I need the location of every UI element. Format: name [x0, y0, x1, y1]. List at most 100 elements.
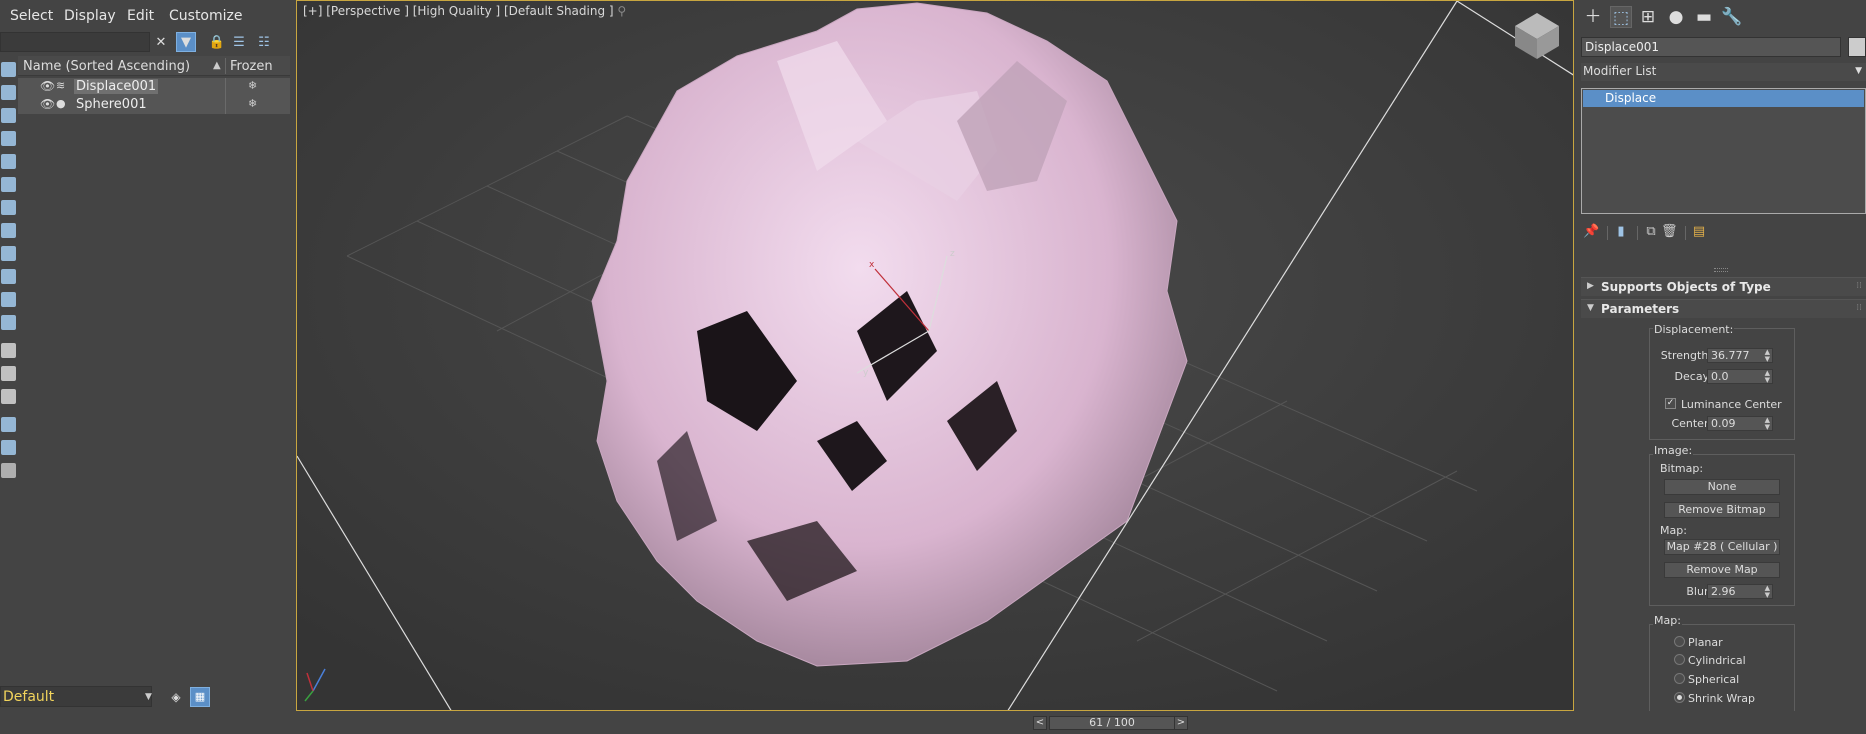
layer-dropdown[interactable]: Default — [0, 686, 152, 707]
scene-explorer: Select Display Edit Customize ✕ ▼ 🔒 ☰ ☷ … — [0, 0, 295, 734]
create-tab-icon[interactable]: ＋ — [1582, 6, 1604, 28]
freeze-snowflake-icon[interactable]: ❄ — [248, 97, 257, 110]
spacewarps-filter-icon[interactable] — [1, 177, 16, 192]
show-end-result-icon[interactable]: ▮ — [1613, 224, 1629, 242]
hierarchy-icon[interactable]: ☰ — [229, 33, 249, 53]
bones-filter-icon[interactable] — [1, 246, 16, 261]
previous-frame-button[interactable]: < — [1033, 716, 1047, 730]
display-none-icon[interactable] — [1, 366, 16, 381]
helpers-filter-icon[interactable] — [1, 154, 16, 169]
time-slider: < 61 / 100 > — [0, 711, 1866, 734]
planar-radio[interactable] — [1674, 636, 1685, 647]
utilities-tab-icon[interactable]: 🔧 — [1721, 6, 1743, 28]
center-value[interactable]: 0.09 — [1711, 417, 1736, 430]
paint-filter-icon[interactable] — [1, 417, 16, 432]
table-row[interactable]: 👁 ≋ Displace001 ❄ — [18, 78, 290, 96]
rollout-title: Supports Objects of Type — [1601, 280, 1771, 294]
bitmap-none-button[interactable]: None — [1664, 479, 1780, 495]
pin-stack-icon[interactable]: 📌 — [1583, 224, 1599, 242]
modifier-stack[interactable]: Displace — [1581, 88, 1866, 214]
remove-bitmap-button[interactable]: Remove Bitmap — [1664, 502, 1780, 518]
layers-icon[interactable]: ◈ — [166, 687, 186, 707]
frozen-filter-icon[interactable] — [1, 292, 16, 307]
freeze-snowflake-icon[interactable]: ❄ — [248, 79, 257, 92]
spinner-arrows-icon[interactable]: ▲ ▼ — [1765, 417, 1770, 431]
spinner-arrows-icon[interactable]: ▲ ▼ — [1765, 349, 1770, 363]
display-invert-icon[interactable] — [1, 389, 16, 404]
remove-map-button[interactable]: Remove Map — [1664, 562, 1780, 578]
lock-icon[interactable]: 🔒 — [207, 33, 227, 53]
luminance-center-checkbox[interactable]: ✓ — [1665, 398, 1676, 409]
menu-select[interactable]: Select — [10, 8, 53, 24]
visibility-eye-icon[interactable]: 👁 — [40, 97, 55, 111]
object-name[interactable]: Sphere001 — [74, 97, 149, 112]
spinner-arrows-icon[interactable]: ▲ ▼ — [1765, 370, 1770, 384]
decay-spinner[interactable]: 0.0 ▲ ▼ — [1707, 369, 1773, 384]
motion-tab-icon[interactable]: ● — [1665, 6, 1687, 28]
viewport-label[interactable]: [+] [Perspective ] [High Quality ] [Defa… — [303, 4, 626, 18]
map-button[interactable]: Map #28 ( Cellular ) — [1664, 539, 1780, 555]
spinner-arrows-icon[interactable]: ▲ ▼ — [1765, 585, 1770, 599]
object-name[interactable]: Displace001 — [74, 79, 159, 94]
luminance-center-label[interactable]: Luminance Center — [1681, 398, 1782, 411]
rollout-parameters[interactable]: ▼ Parameters ⁞⁞ — [1581, 299, 1866, 318]
viewport-filter-icon[interactable]: ⚲ — [617, 4, 626, 18]
scene-explorer-toggle-icon[interactable]: ▦ — [190, 687, 210, 707]
shrink-wrap-label[interactable]: Shrink Wrap — [1688, 692, 1755, 705]
hierarchy-tab-icon[interactable]: ⊞ — [1637, 6, 1659, 28]
hidden-filter-icon[interactable] — [1, 315, 16, 330]
blur-spinner[interactable]: 2.96 ▲ ▼ — [1707, 584, 1773, 599]
modifier-list-dropdown[interactable]: Modifier List ▼ — [1581, 63, 1866, 81]
make-unique-icon[interactable]: ⧉ — [1643, 224, 1659, 242]
viewport-label-text[interactable]: [+] [Perspective ] [High Quality ] [Defa… — [303, 4, 614, 18]
cylindrical-label[interactable]: Cylindrical — [1688, 654, 1746, 667]
remove-modifier-icon[interactable]: 🗑 — [1661, 224, 1678, 242]
funnel-filter-icon[interactable] — [1, 440, 16, 455]
menu-customize[interactable]: Customize — [169, 8, 243, 24]
explorer-menubar: Select Display Edit Customize — [0, 0, 295, 32]
time-slider-thumb[interactable]: 61 / 100 — [1049, 716, 1175, 730]
display-tab-icon[interactable]: ▬ — [1693, 6, 1715, 28]
shapes-filter-icon[interactable] — [1, 85, 16, 100]
cameras-filter-icon[interactable] — [1, 131, 16, 146]
strength-value[interactable]: 36.777 — [1711, 349, 1750, 362]
filter-toggle-icon[interactable]: ▼ — [176, 32, 196, 52]
column-divider[interactable] — [225, 58, 226, 74]
spherical-label[interactable]: Spherical — [1688, 673, 1739, 686]
menu-edit[interactable]: Edit — [127, 8, 154, 24]
layer-hierarchy-icon[interactable]: ☷ — [254, 33, 274, 53]
configure-modifier-sets-icon[interactable]: ▤ — [1691, 224, 1707, 242]
object-name-field[interactable]: Displace001 — [1581, 37, 1841, 57]
modify-tab-icon[interactable]: ⬚ — [1610, 6, 1632, 28]
strength-spinner[interactable]: 36.777 ▲ ▼ — [1707, 348, 1773, 363]
display-all-icon[interactable] — [1, 343, 16, 358]
decay-value[interactable]: 0.0 — [1711, 370, 1729, 383]
rollout-supports-objects[interactable]: ▶ Supports Objects of Type ⁞⁞ — [1581, 277, 1866, 296]
panel-resize-grip[interactable] — [1714, 268, 1728, 272]
cylindrical-radio[interactable] — [1674, 654, 1685, 665]
menu-display[interactable]: Display — [64, 8, 116, 24]
xrefs-filter-icon[interactable] — [1, 223, 16, 238]
chevron-down-icon[interactable]: ▼ — [145, 692, 152, 702]
search-input[interactable] — [0, 32, 150, 52]
modifier-stack-item[interactable]: Displace — [1583, 90, 1864, 107]
blur-value[interactable]: 2.96 — [1711, 585, 1736, 598]
perspective-viewport[interactable]: x y z [+] [Perspective ] [High Quality ]… — [296, 0, 1574, 711]
containers-filter-icon[interactable] — [1, 269, 16, 284]
table-row[interactable]: 👁 ● Sphere001 ❄ — [18, 96, 290, 114]
lights-filter-icon[interactable] — [1, 108, 16, 123]
viewport-scene[interactable]: x y z — [297, 1, 1574, 711]
object-color-swatch[interactable] — [1848, 37, 1866, 57]
visibility-eye-icon[interactable]: 👁 — [40, 79, 55, 93]
frozen-column-header[interactable]: Frozen — [230, 59, 273, 74]
geometry-filter-icon[interactable] — [1, 62, 16, 77]
planar-label[interactable]: Planar — [1688, 636, 1723, 649]
spherical-radio[interactable] — [1674, 673, 1685, 684]
groups-filter-icon[interactable] — [1, 200, 16, 215]
clear-search-icon[interactable]: ✕ — [151, 33, 171, 53]
next-frame-button[interactable]: > — [1174, 716, 1188, 730]
shrink-wrap-radio[interactable] — [1674, 692, 1685, 703]
name-column-header[interactable]: Name (Sorted Ascending) — [23, 59, 190, 74]
cube-filter-icon[interactable] — [1, 463, 16, 478]
center-spinner[interactable]: 0.09 ▲ ▼ — [1707, 416, 1773, 431]
